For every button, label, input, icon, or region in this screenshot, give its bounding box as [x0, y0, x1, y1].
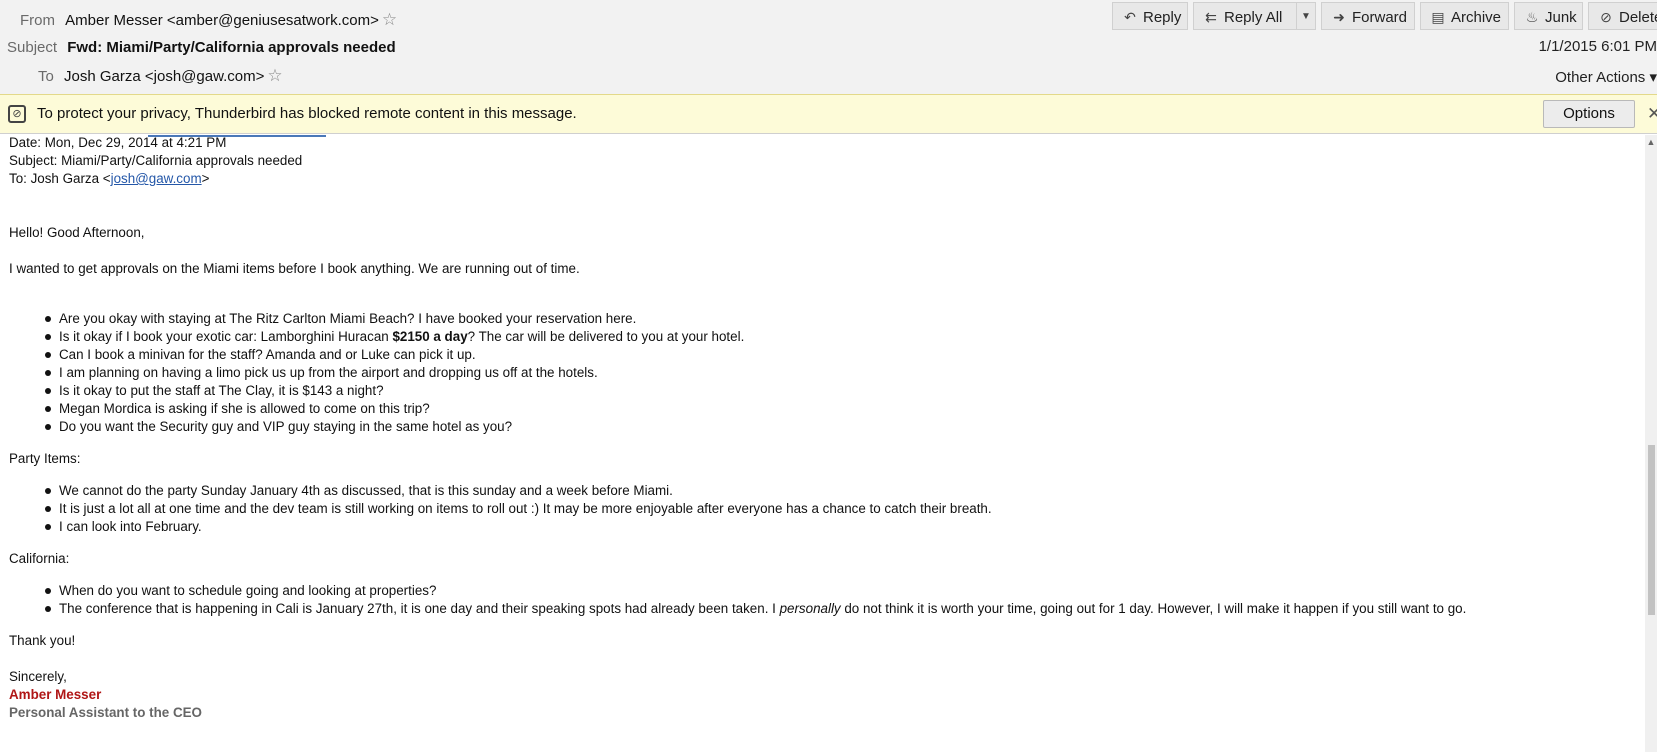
junk-button[interactable]: ♨ Junk [1514, 2, 1583, 30]
scrollbar-thumb[interactable] [1648, 445, 1655, 615]
reply-all-label: Reply All [1224, 9, 1283, 26]
signature-title: Personal Assistant to the CEO [9, 705, 202, 720]
subject-value: Fwd: Miami/Party/California approvals ne… [67, 39, 396, 56]
star-icon[interactable]: ☆ [382, 10, 397, 29]
list-item: Are you okay with staying at The Ritz Ca… [59, 311, 637, 326]
message-date: 1/1/2015 6:01 PM [1538, 38, 1657, 55]
to-prefix: To: Josh Garza < [9, 171, 111, 186]
star-icon[interactable]: ☆ [267, 66, 282, 85]
list-item: Megan Mordica is asking if she is allowe… [59, 401, 430, 416]
reply-all-dropdown[interactable]: ▼ [1296, 2, 1316, 30]
list-item: It is just a lot all at one time and the… [59, 501, 992, 516]
delete-label: Delete [1619, 9, 1657, 26]
car-price: $2150 a day [392, 329, 468, 344]
email-link[interactable]: josh@gaw.com [111, 171, 202, 186]
bullet [45, 406, 51, 412]
other-actions-button[interactable]: Other Actions ▾ [1555, 68, 1657, 86]
list-item-text: Is it okay if I book your exotic car: La… [59, 329, 393, 344]
list-item: We cannot do the party Sunday January 4t… [59, 483, 673, 498]
vertical-scrollbar[interactable]: ▲ [1645, 135, 1657, 752]
from-row: From Amber Messer <amber@geniusesatwork.… [20, 10, 397, 31]
reply-icon: ↶ [1124, 9, 1136, 25]
bullet [45, 524, 51, 530]
delete-icon: ⊘ [1600, 9, 1612, 25]
list-item: When do you want to schedule going and l… [59, 583, 437, 598]
list-item: Is it okay if I book your exotic car: La… [59, 329, 744, 344]
bullet [45, 352, 51, 358]
message-header: From Amber Messer <amber@geniusesatwork.… [0, 0, 1657, 94]
forward-subject-line: Subject: Miami/Party/California approval… [9, 153, 303, 168]
chevron-down-icon: ▼ [1301, 11, 1311, 22]
list-item: I am planning on having a limo pick us u… [59, 365, 598, 380]
delete-button[interactable]: ⊘ Delete [1588, 2, 1657, 30]
signature-name: Amber Messer [9, 687, 102, 702]
emphasis-text: personally [779, 601, 841, 616]
list-item: The conference that is happening in Cali… [59, 601, 1466, 616]
close-icon[interactable]: ✕ [1647, 104, 1657, 124]
reply-label: Reply [1143, 9, 1182, 26]
archive-icon: ▤ [1431, 9, 1445, 25]
forward-button[interactable]: ➜ Forward [1321, 2, 1415, 30]
scroll-up-icon[interactable]: ▲ [1646, 135, 1656, 149]
thanks-line: Thank you! [9, 633, 76, 648]
list-item-text: The conference that is happening in Cali… [59, 601, 780, 616]
bullet [45, 316, 51, 322]
subject-label: Subject [7, 39, 58, 56]
junk-label: Junk [1545, 9, 1577, 26]
to-row: To Josh Garza <josh@gaw.com> ☆ [38, 66, 283, 87]
list-item-text: ? The car will be delivered to you at yo… [467, 329, 745, 344]
bullet [45, 370, 51, 376]
bullet [45, 488, 51, 494]
bullet [45, 388, 51, 394]
list-item: Do you want the Security guy and VIP guy… [59, 419, 513, 434]
list-item: Is it okay to put the staff at The Clay,… [59, 383, 384, 398]
sincerely-line: Sincerely, [9, 669, 67, 684]
greeting: Hello! Good Afternoon, [9, 225, 145, 240]
bullet [45, 588, 51, 594]
archive-label: Archive [1451, 9, 1502, 26]
bullet [45, 606, 51, 612]
from-value[interactable]: Amber Messer <amber@geniusesatwork.com> [65, 12, 379, 29]
to-suffix: > [201, 171, 210, 186]
message-body: Date: Mon, Dec 29, 2014 at 4:21 PM Subje… [0, 135, 1645, 752]
party-heading: Party Items: [9, 451, 81, 466]
notification-text: To protect your privacy, Thunderbird has… [37, 105, 577, 122]
reply-all-button[interactable]: ⇇ Reply All [1193, 2, 1297, 30]
list-item-text: do not think it is worth your time, goin… [840, 601, 1467, 616]
subject-row: Subject Fwd: Miami/Party/California appr… [7, 38, 396, 58]
reply-button[interactable]: ↶ Reply [1112, 2, 1188, 30]
bullet [45, 506, 51, 512]
remote-content-notification: ⊘ To protect your privacy, Thunderbird h… [0, 94, 1657, 134]
forward-label: Forward [1352, 9, 1408, 26]
archive-button[interactable]: ▤ Archive [1420, 2, 1509, 30]
bullet [45, 334, 51, 340]
bullet [45, 424, 51, 430]
intro-paragraph: I wanted to get approvals on the Miami i… [9, 261, 580, 276]
forward-to-line: To: Josh Garza <josh@gaw.com> [9, 171, 209, 186]
forward-icon: ➜ [1333, 9, 1345, 25]
blocked-content-icon: ⊘ [8, 105, 26, 123]
list-item: I can look into February. [59, 519, 202, 534]
from-label: From [20, 12, 55, 29]
to-label: To [38, 68, 54, 85]
reply-all-icon: ⇇ [1205, 9, 1217, 25]
list-item: Can I book a minivan for the staff? Aman… [59, 347, 476, 362]
to-value[interactable]: Josh Garza <josh@gaw.com> [64, 68, 264, 85]
junk-icon: ♨ [1525, 9, 1539, 25]
options-button[interactable]: Options [1543, 100, 1635, 128]
forward-date-line: Date: Mon, Dec 29, 2014 at 4:21 PM [9, 135, 227, 150]
california-heading: California: [9, 551, 70, 566]
